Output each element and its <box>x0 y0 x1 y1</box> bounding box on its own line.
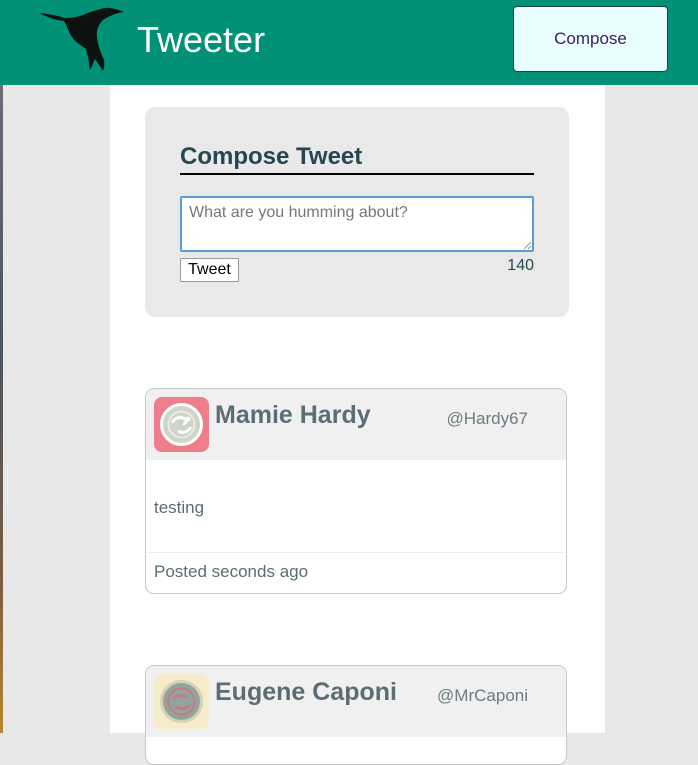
tweet-header: Eugene Caponi @MrCaponi <box>146 666 566 737</box>
avatar-icon <box>154 674 209 729</box>
compose-panel: Compose Tweet Tweet 140 <box>145 107 569 317</box>
avatar <box>154 397 209 452</box>
main-container: Compose Tweet Tweet 140 Mamie Hardy @Har… <box>110 85 605 765</box>
char-counter: 140 <box>507 257 534 274</box>
avatar-icon <box>154 397 209 452</box>
navbar: Tweeter Compose <box>0 0 698 85</box>
tweet-header: Mamie Hardy @Hardy67 <box>146 389 566 460</box>
tweet-input[interactable] <box>180 196 534 252</box>
author-handle: @Hardy67 <box>446 409 528 428</box>
background-strip <box>0 85 3 733</box>
author-name: Mamie Hardy <box>215 401 371 429</box>
app-title: Tweeter <box>137 19 266 60</box>
compose-button[interactable]: Compose <box>513 6 668 72</box>
hummingbird-icon <box>39 7 124 72</box>
compose-title: Compose Tweet <box>180 141 534 175</box>
tweet-content: testing <box>154 498 205 517</box>
author-handle: @MrCaponi <box>437 686 528 705</box>
tweet-footer: Posted seconds ago <box>146 552 566 593</box>
resize-handle-icon[interactable] <box>523 241 532 250</box>
tweet-submit-button[interactable]: Tweet <box>180 258 239 282</box>
tweet-card: Mamie Hardy @Hardy67 testing Posted seco… <box>145 388 567 594</box>
author-name: Eugene Caponi <box>215 678 397 706</box>
avatar <box>154 674 209 729</box>
tweet-card: Eugene Caponi @MrCaponi <box>145 665 567 765</box>
tweet-timestamp: Posted seconds ago <box>154 562 309 581</box>
